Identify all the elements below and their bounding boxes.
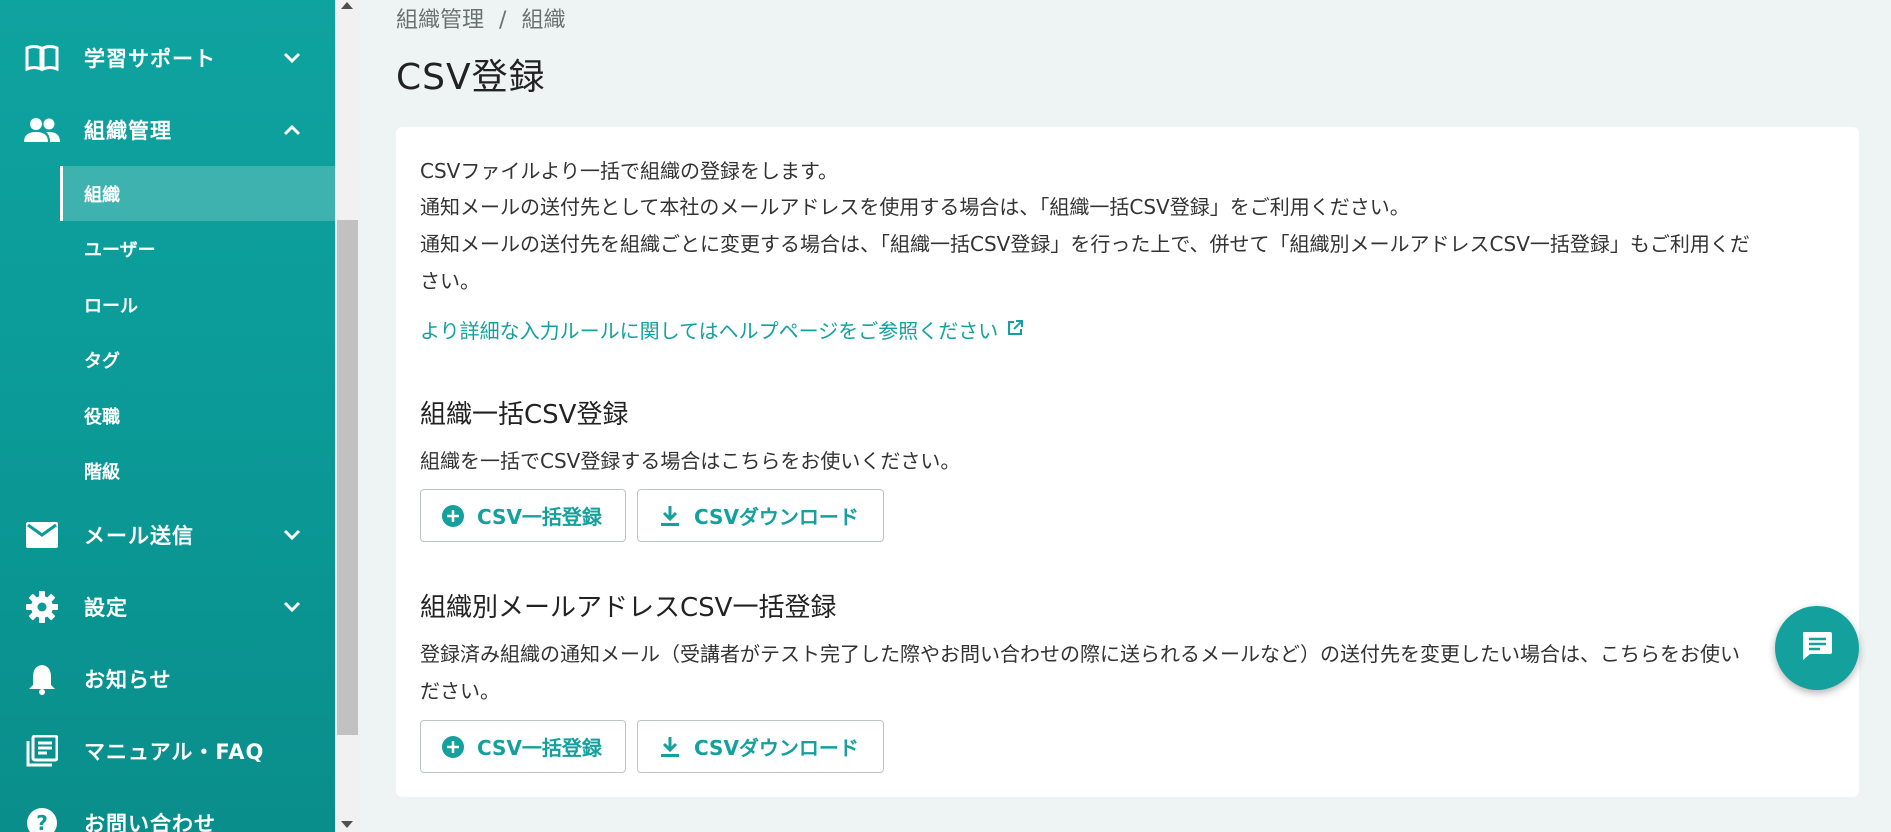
breadcrumb-current: 組織 bbox=[521, 8, 566, 33]
section-mail-csv-title: 組織別メールアドレスCSV一括登録 bbox=[420, 593, 837, 623]
content-card: CSVファイルより一括で組織の登録をします。 通知メールの送付先として本社のメー… bbox=[396, 127, 1859, 797]
sidebar-group-label: 設定 bbox=[84, 596, 128, 620]
breadcrumb: 組織管理 / 組織 bbox=[396, 2, 573, 34]
sidebar-item-positions[interactable]: 役職 bbox=[60, 388, 335, 443]
sidebar-item-manual-faq[interactable]: マニュアル・FAQ bbox=[0, 715, 335, 787]
sidebar-item-label: 役職 bbox=[84, 406, 120, 428]
help-link-text: より詳細な入力ルールに関してはヘルプページをご参照ください bbox=[420, 319, 999, 343]
sidebar-group-settings[interactable]: 設定 bbox=[0, 571, 335, 643]
sidebar-group-label: 組織管理 bbox=[84, 119, 172, 143]
plus-circle-icon bbox=[441, 504, 465, 528]
button-label: CSVダウンロード bbox=[694, 505, 859, 529]
section-org-csv-title: 組織一括CSV登録 bbox=[420, 400, 629, 430]
svg-text:?: ? bbox=[36, 811, 48, 832]
external-link-icon bbox=[1006, 318, 1024, 342]
help-page-link[interactable]: より詳細な入力ルールに関してはヘルプページをご参照ください bbox=[420, 315, 1024, 344]
sidebar-item-label: お知らせ bbox=[84, 668, 172, 692]
sidebar-item-label: 階級 bbox=[84, 461, 120, 483]
manual-icon bbox=[24, 733, 60, 769]
sidebar: 学習サポート 組織管理 組織 ユーザー ロール タグ 役職 階級 メール送信 設… bbox=[0, 0, 335, 832]
intro-line-2: 通知メールの送付先として本社のメールアドレスを使用する場合は、「組織一括CSV登… bbox=[420, 195, 1410, 219]
sidebar-item-label: マニュアル・FAQ bbox=[84, 740, 265, 764]
sidebar-item-label: お問い合わせ bbox=[84, 812, 216, 832]
download-icon bbox=[658, 735, 682, 759]
button-label: CSV一括登録 bbox=[477, 736, 602, 760]
sidebar-group-org-management[interactable]: 組織管理 bbox=[0, 94, 335, 166]
intro-line-3: 通知メールの送付先を組織ごとに変更する場合は、「組織一括CSV登録」を行った上で… bbox=[420, 232, 1750, 256]
sidebar-group-mail[interactable]: メール送信 bbox=[0, 499, 335, 571]
mail-icon bbox=[24, 517, 60, 553]
sidebar-item-label: 組織 bbox=[84, 184, 120, 206]
mail-csv-download-button[interactable]: CSVダウンロード bbox=[637, 720, 884, 773]
chevron-up-icon bbox=[280, 118, 304, 142]
gear-icon bbox=[24, 589, 60, 625]
scrollbar-thumb[interactable] bbox=[337, 220, 358, 735]
sidebar-item-tags[interactable]: タグ bbox=[60, 332, 335, 387]
button-label: CSV一括登録 bbox=[477, 505, 602, 529]
sidebar-item-label: ロール bbox=[84, 295, 138, 317]
chat-icon bbox=[1800, 629, 1834, 667]
breadcrumb-parent[interactable]: 組織管理 bbox=[396, 8, 484, 33]
book-icon bbox=[24, 40, 60, 76]
sidebar-item-notifications[interactable]: お知らせ bbox=[0, 643, 335, 715]
mail-csv-upload-button[interactable]: CSV一括登録 bbox=[420, 720, 626, 773]
page-title: CSV登録 bbox=[396, 57, 546, 98]
scroll-up-arrow-icon[interactable] bbox=[341, 2, 353, 9]
section-org-csv-desc: 組織を一括でCSV登録する場合はこちらをお使いください。 bbox=[420, 449, 961, 473]
breadcrumb-separator: / bbox=[499, 8, 507, 33]
people-icon bbox=[24, 112, 60, 148]
sidebar-item-label: タグ bbox=[84, 350, 120, 372]
sidebar-item-label: ユーザー bbox=[84, 239, 156, 261]
org-csv-download-button[interactable]: CSVダウンロード bbox=[637, 489, 884, 542]
sidebar-item-users[interactable]: ユーザー bbox=[60, 221, 335, 276]
chevron-down-icon bbox=[280, 595, 304, 619]
bell-icon bbox=[24, 661, 60, 697]
intro-line-1: CSVファイルより一括で組織の登録をします。 bbox=[420, 159, 838, 183]
plus-circle-icon bbox=[441, 735, 465, 759]
sidebar-group-learning-support[interactable]: 学習サポート bbox=[0, 22, 335, 94]
sidebar-item-contact[interactable]: ? お問い合わせ bbox=[0, 787, 335, 832]
scroll-down-arrow-icon[interactable] bbox=[341, 821, 353, 828]
chat-fab-button[interactable] bbox=[1775, 606, 1859, 690]
sidebar-group-label: 学習サポート bbox=[84, 47, 216, 71]
download-icon bbox=[658, 504, 682, 528]
sidebar-item-grades[interactable]: 階級 bbox=[60, 443, 335, 498]
intro-line-4: さい。 bbox=[420, 269, 480, 293]
help-icon: ? bbox=[24, 805, 60, 832]
org-csv-upload-button[interactable]: CSV一括登録 bbox=[420, 489, 626, 542]
section-mail-csv-desc-line-1: 登録済み組織の通知メール（受講者がテスト完了した際やお問い合わせの際に送られるメ… bbox=[420, 642, 1740, 666]
button-label: CSVダウンロード bbox=[694, 736, 859, 760]
sidebar-scrollbar[interactable] bbox=[335, 0, 360, 832]
sidebar-group-label: メール送信 bbox=[84, 524, 194, 548]
chevron-down-icon bbox=[280, 46, 304, 70]
sidebar-item-organization[interactable]: 組織 bbox=[60, 166, 335, 221]
section-mail-csv-desc-line-2: ださい。 bbox=[420, 679, 500, 703]
chevron-down-icon bbox=[280, 523, 304, 547]
sidebar-item-roles[interactable]: ロール bbox=[60, 277, 335, 332]
